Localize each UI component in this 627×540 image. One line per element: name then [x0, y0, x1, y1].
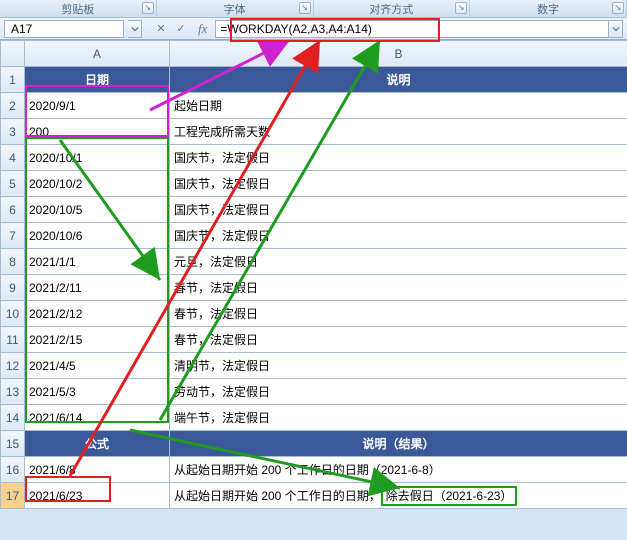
row-header[interactable]: 4 — [1, 145, 25, 171]
row-header[interactable]: 15 — [1, 431, 25, 457]
name-box[interactable]: A17 — [4, 20, 124, 38]
enter-formula-button[interactable]: ✓ — [172, 21, 190, 37]
cell-b5[interactable]: 国庆节，法定假日 — [170, 171, 627, 197]
cell-b3[interactable]: 工程完成所需天数 — [170, 119, 627, 145]
cell-b6[interactable]: 国庆节，法定假日 — [170, 197, 627, 223]
ribbon: 剪贴板 ↘ 字体 ↘ 对齐方式 ↘ 数字 ↘ — [0, 0, 627, 18]
row-header-active[interactable]: 17 — [1, 483, 25, 509]
cell-a7[interactable]: 2020/10/6 — [25, 223, 170, 249]
row-header[interactable]: 14 — [1, 405, 25, 431]
worksheet: A B 1 日期 说明 2 2020/9/1 起始日期 3 200 工程完成所需… — [0, 40, 627, 509]
row-header[interactable]: 3 — [1, 119, 25, 145]
row-header[interactable]: 12 — [1, 353, 25, 379]
cell-a12[interactable]: 2021/4/5 — [25, 353, 170, 379]
b17-highlight: 除去假日（2021-6-23） — [381, 486, 518, 506]
cell-b2[interactable]: 起始日期 — [170, 93, 627, 119]
name-box-value: A17 — [11, 21, 32, 37]
cell-b16[interactable]: 从起始日期开始 200 个工作日的日期（2021-6-8） — [170, 457, 627, 483]
cell-a9[interactable]: 2021/2/11 — [25, 275, 170, 301]
dialog-launcher-icon[interactable]: ↘ — [299, 2, 311, 14]
ribbon-group-number[interactable]: 数字 ↘ — [470, 0, 627, 17]
cell-a16[interactable]: 2021/6/8 — [25, 457, 170, 483]
dialog-launcher-icon[interactable]: ↘ — [612, 2, 624, 14]
cell-a6[interactable]: 2020/10/5 — [25, 197, 170, 223]
formula-bar-row: A17 ✕ ✓ fx =WORKDAY(A2,A3,A4:A14) — [0, 18, 627, 40]
dialog-launcher-icon[interactable]: ↘ — [142, 2, 154, 14]
row-header[interactable]: 5 — [1, 171, 25, 197]
row-header[interactable]: 13 — [1, 379, 25, 405]
ribbon-label: 剪贴板 — [61, 4, 94, 16]
cell-a14[interactable]: 2021/6/14 — [25, 405, 170, 431]
cell-a2[interactable]: 2020/9/1 — [25, 93, 170, 119]
b17-prefix: 从起始日期开始 200 个工作日的日期， — [174, 489, 381, 503]
ribbon-label: 数字 — [537, 4, 559, 16]
formula-controls: ✕ ✓ — [152, 21, 190, 37]
header-cell-formula[interactable]: 公式 — [25, 431, 170, 457]
cell-b4[interactable]: 国庆节，法定假日 — [170, 145, 627, 171]
header-cell-result[interactable]: 说明（结果） — [170, 431, 627, 457]
select-all-corner[interactable] — [1, 41, 25, 67]
ribbon-label: 对齐方式 — [369, 4, 413, 16]
column-header-b[interactable]: B — [170, 41, 627, 67]
chevron-down-icon — [612, 25, 620, 33]
cell-b7[interactable]: 国庆节，法定假日 — [170, 223, 627, 249]
cell-a17[interactable]: 2021/6/23 — [25, 483, 170, 509]
cell-a10[interactable]: 2021/2/12 — [25, 301, 170, 327]
chevron-down-icon — [131, 25, 139, 33]
formula-text: =WORKDAY(A2,A3,A4:A14) — [220, 22, 372, 36]
header-cell-date[interactable]: 日期 — [25, 67, 170, 93]
row-header[interactable]: 9 — [1, 275, 25, 301]
cell-b12[interactable]: 清明节，法定假日 — [170, 353, 627, 379]
formula-bar[interactable]: =WORKDAY(A2,A3,A4:A14) — [215, 20, 623, 38]
row-header[interactable]: 10 — [1, 301, 25, 327]
cell-b17[interactable]: 从起始日期开始 200 个工作日的日期，除去假日（2021-6-23） — [170, 483, 627, 509]
row-header[interactable]: 6 — [1, 197, 25, 223]
cell-b11[interactable]: 春节，法定假日 — [170, 327, 627, 353]
ribbon-label: 字体 — [224, 4, 246, 16]
cell-a4[interactable]: 2020/10/1 — [25, 145, 170, 171]
row-header[interactable]: 2 — [1, 93, 25, 119]
cell-b14[interactable]: 端午节，法定假日 — [170, 405, 627, 431]
cell-a3[interactable]: 200 — [25, 119, 170, 145]
name-box-dropdown[interactable] — [128, 20, 142, 38]
row-header[interactable]: 7 — [1, 223, 25, 249]
ribbon-group-font[interactable]: 字体 ↘ — [157, 0, 314, 17]
formula-expand-button[interactable] — [608, 21, 622, 37]
column-header-a[interactable]: A — [25, 41, 170, 67]
fx-icon[interactable]: fx — [198, 21, 207, 37]
cell-a8[interactable]: 2021/1/1 — [25, 249, 170, 275]
ribbon-group-align[interactable]: 对齐方式 ↘ — [314, 0, 471, 17]
row-header[interactable]: 16 — [1, 457, 25, 483]
cell-a13[interactable]: 2021/5/3 — [25, 379, 170, 405]
row-header[interactable]: 11 — [1, 327, 25, 353]
cell-a5[interactable]: 2020/10/2 — [25, 171, 170, 197]
header-cell-desc[interactable]: 说明 — [170, 67, 627, 93]
dialog-launcher-icon[interactable]: ↘ — [455, 2, 467, 14]
cell-b13[interactable]: 劳动节，法定假日 — [170, 379, 627, 405]
cell-a11[interactable]: 2021/2/15 — [25, 327, 170, 353]
cell-b10[interactable]: 春节，法定假日 — [170, 301, 627, 327]
cell-b9[interactable]: 春节，法定假日 — [170, 275, 627, 301]
row-header[interactable]: 1 — [1, 67, 25, 93]
cell-b8[interactable]: 元旦，法定假日 — [170, 249, 627, 275]
ribbon-group-clipboard[interactable]: 剪贴板 ↘ — [0, 0, 157, 17]
cancel-formula-button[interactable]: ✕ — [152, 21, 170, 37]
row-header[interactable]: 8 — [1, 249, 25, 275]
